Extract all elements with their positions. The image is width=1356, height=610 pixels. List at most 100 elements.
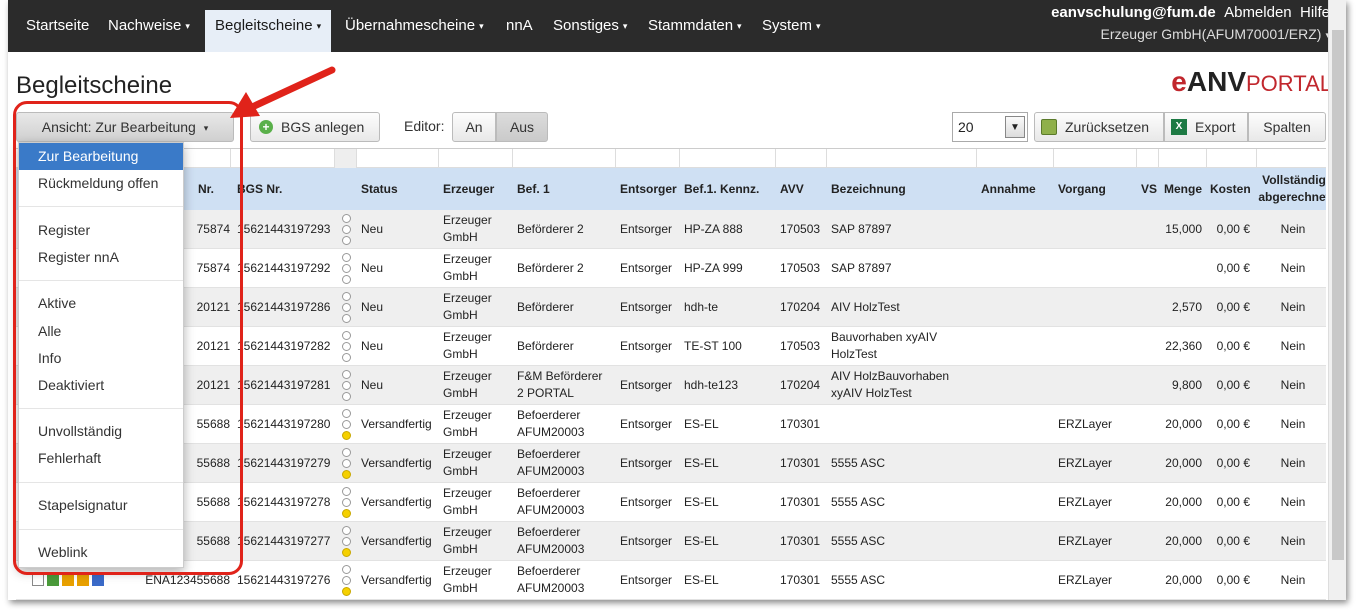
nav-nachweise[interactable]: Nachweise ▾: [108, 0, 190, 52]
editor-label: Editor:: [404, 118, 445, 134]
editor-off-button[interactable]: Aus: [496, 112, 548, 142]
filter-cell[interactable]: [615, 149, 679, 169]
filter-cell[interactable]: [976, 149, 1053, 169]
cell-line: SAP 87897: [831, 221, 892, 236]
filter-cell[interactable]: [775, 149, 826, 169]
cell-kennz: HP-ZA 999: [684, 260, 743, 275]
col-header-kosten[interactable]: Kosten: [1210, 168, 1251, 210]
cell-kosten: 0,00 €: [1216, 455, 1250, 470]
filter-cell[interactable]: [1256, 149, 1326, 169]
filter-cell[interactable]: [334, 149, 356, 169]
cell-vorgang: ERZLayer: [1058, 416, 1113, 431]
filter-cell[interactable]: [679, 149, 775, 169]
cell-vorgang: [1058, 327, 1136, 365]
list-icon[interactable]: [92, 574, 104, 586]
refresh-icon[interactable]: [47, 574, 59, 586]
cell-bez: 5555 ASC: [831, 522, 979, 560]
nav-uebernahmescheine[interactable]: Übernahmescheine ▾: [345, 0, 484, 52]
help-link[interactable]: Hilfe: [1300, 4, 1330, 21]
col-header-erzeuger[interactable]: Erzeuger: [443, 168, 494, 210]
filter-cell[interactable]: [1053, 149, 1136, 169]
col-header-bef1[interactable]: Bef. 1: [517, 168, 550, 210]
cell-bez: AIV HolzBauvorhaben xyAIV HolzTest: [831, 366, 979, 404]
cell-avv: 170301: [780, 572, 821, 587]
cell-line: GmbH: [443, 308, 478, 322]
cell-kennz: HP-ZA 888: [684, 221, 743, 236]
filter-cell[interactable]: [1136, 149, 1158, 169]
cell-ents: Entsorger: [620, 494, 673, 509]
cell-kosten: 0,00 €: [1216, 377, 1250, 392]
cell-kosten: 0,00 €: [1216, 299, 1250, 314]
nav-startseite[interactable]: Startseite: [26, 0, 89, 52]
nav-nna[interactable]: nnA: [506, 0, 533, 52]
search-icon[interactable]: [62, 574, 74, 586]
col-header-vollstaendig[interactable]: Vollständig abgerechnet: [1256, 168, 1326, 210]
nav-system[interactable]: System ▾: [762, 0, 821, 52]
filter-cell[interactable]: [1206, 149, 1256, 169]
cell-bez: 5555 ASC: [831, 483, 979, 521]
cell-erz: Erzeuger GmbH: [443, 522, 513, 560]
cell-line: AIV HolzBauvorhaben: [831, 369, 950, 383]
excel-icon: X: [1171, 119, 1187, 135]
col-header-bgs-nr[interactable]: BGS Nr.: [237, 168, 282, 210]
cell-line: Erzeuger: [443, 525, 492, 539]
checkbox-icon[interactable]: [32, 574, 44, 586]
scrollbar-thumb[interactable]: [1332, 30, 1344, 560]
cell-voll: Nein: [1280, 221, 1306, 236]
cell-line: GmbH: [443, 581, 478, 595]
col-header-annahme[interactable]: Annahme: [981, 168, 1036, 210]
page-size-select[interactable]: 20 ▼: [952, 112, 1028, 142]
cell-bez: 5555 ASC: [831, 561, 979, 599]
col-header-status[interactable]: Status: [361, 168, 398, 210]
cell-ents: Entsorger: [620, 416, 673, 431]
cell-erz: Erzeuger GmbH: [443, 249, 513, 287]
col-header-entsorger[interactable]: Entsorger: [620, 168, 677, 210]
company-selector[interactable]: Erzeuger GmbH(AFUM70001/ERZ)▾: [1101, 26, 1330, 42]
filter-cell[interactable]: [1158, 149, 1206, 169]
editor-on-button[interactable]: An: [452, 112, 496, 142]
col-header-vs[interactable]: VS: [1141, 168, 1157, 210]
col-header-bef1-kennz[interactable]: Bef.1. Kennz.: [684, 168, 759, 210]
cell-voll: Nein: [1280, 455, 1306, 470]
caret-down-icon: ▾: [185, 21, 190, 32]
columns-button[interactable]: Spalten: [1248, 112, 1326, 142]
cell-kosten: 0,00 €: [1216, 221, 1250, 236]
status-dots-icon: [342, 565, 352, 597]
col-header-avv[interactable]: AVV: [780, 168, 804, 210]
cell-kosten: 0,00 €: [1216, 338, 1250, 353]
cell-voll: Nein: [1280, 338, 1306, 353]
cell-bez: [831, 405, 979, 443]
cell-ents: Entsorger: [620, 260, 673, 275]
col-header-menge[interactable]: Menge: [1164, 168, 1202, 210]
user-email: eanvschulung@fum.de: [1051, 4, 1216, 21]
export-label: Export: [1195, 119, 1236, 135]
filter-cell[interactable]: [826, 149, 976, 169]
filter-cell[interactable]: [512, 149, 615, 169]
nav-sonstiges[interactable]: Sonstiges ▾: [553, 0, 627, 52]
nav-begleitscheine[interactable]: Begleitscheine ▾: [205, 10, 332, 52]
edit-icon[interactable]: [77, 574, 89, 586]
status-dots-icon: [342, 253, 352, 285]
vertical-scrollbar[interactable]: [1328, 0, 1346, 600]
filter-cell[interactable]: [438, 149, 512, 169]
nav-stammdaten[interactable]: Stammdaten ▾: [648, 0, 742, 52]
logo-e: e: [1171, 66, 1187, 97]
cell-line: Befoerderer: [517, 486, 581, 500]
filter-cell[interactable]: [356, 149, 438, 169]
cell-line: GmbH: [443, 269, 478, 283]
cell-line: Befoerderer: [517, 408, 581, 422]
col-header-vorgang[interactable]: Vorgang: [1058, 168, 1106, 210]
col-header-bezeichnung[interactable]: Bezeichnung: [831, 168, 906, 210]
filter-cell[interactable]: [230, 149, 334, 169]
cell-line: Beförderer 2: [517, 260, 584, 275]
reset-button[interactable]: Zurücksetzen: [1034, 112, 1164, 142]
plus-icon: +: [259, 120, 273, 134]
cell-line: AFUM20003: [517, 503, 585, 517]
status-dots-icon: [342, 409, 352, 441]
export-button[interactable]: X Export: [1164, 112, 1248, 142]
status-dots-icon: [342, 292, 352, 324]
cell-bez: 5555 ASC: [831, 444, 979, 482]
logout-link[interactable]: Abmelden: [1224, 4, 1292, 21]
cell-bef: F&M Beförderer 2 PORTAL: [517, 366, 617, 404]
chevron-down-icon: ▼: [1005, 116, 1025, 138]
